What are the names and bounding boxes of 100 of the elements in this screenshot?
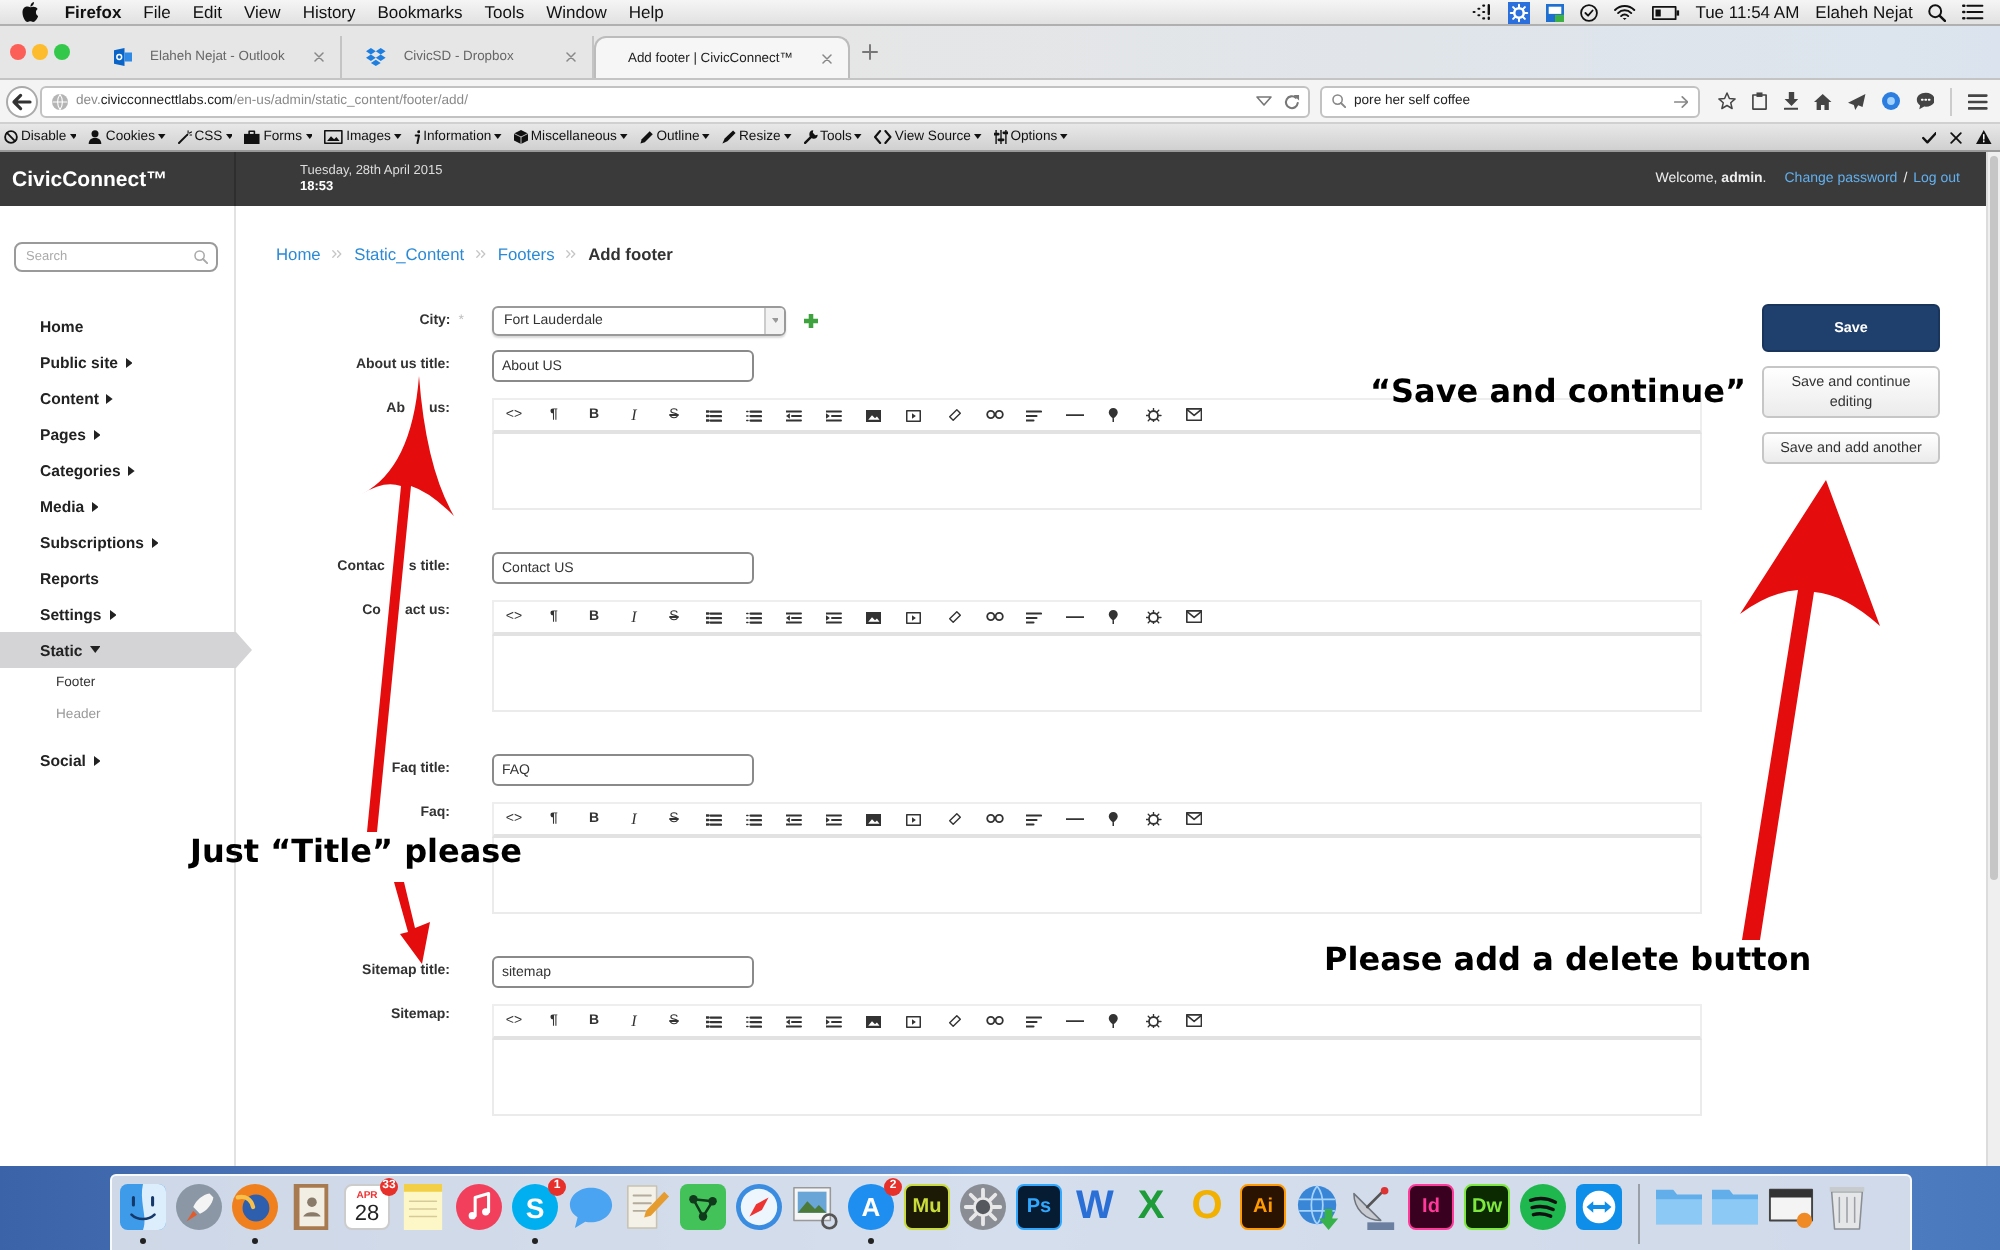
pin-icon[interactable] xyxy=(1108,609,1120,625)
star-icon[interactable] xyxy=(1718,92,1737,110)
close-icon[interactable] xyxy=(1950,131,1963,143)
horizontal-rule-icon[interactable] xyxy=(1065,1019,1083,1023)
menu-item[interactable]: Edit xyxy=(192,1,223,23)
apple-icon[interactable] xyxy=(22,2,39,22)
app-launcher[interactable]: Ps xyxy=(1016,1184,1062,1230)
music-note-icon[interactable] xyxy=(456,1184,502,1230)
horizontal-rule-icon[interactable] xyxy=(1065,413,1083,417)
wifi-icon[interactable] xyxy=(1614,4,1636,20)
plus-icon[interactable] xyxy=(804,314,818,328)
format-button[interactable]: I xyxy=(614,400,654,430)
sun-icon[interactable] xyxy=(1146,609,1162,625)
indent-icon[interactable] xyxy=(826,813,842,825)
numbered-list-icon[interactable] xyxy=(746,1015,762,1027)
breadcrumb-link[interactable]: Static_Content xyxy=(354,243,465,263)
brand-name[interactable]: CivicConnect™ xyxy=(12,167,168,191)
outdent-icon[interactable] xyxy=(786,1015,802,1027)
satellite-dish-icon[interactable] xyxy=(1352,1184,1398,1230)
outdent-icon[interactable] xyxy=(786,813,802,825)
indent-icon[interactable] xyxy=(826,1015,842,1027)
chain-icon[interactable] xyxy=(985,814,1003,824)
trash-can-icon[interactable] xyxy=(1824,1184,1870,1230)
chat-icon[interactable] xyxy=(1915,92,1935,110)
rocket-icon[interactable] xyxy=(176,1184,222,1230)
back-icon[interactable] xyxy=(6,85,38,117)
list-icon[interactable] xyxy=(1962,4,1984,20)
menu-item[interactable]: View xyxy=(244,1,281,23)
video-icon[interactable] xyxy=(906,813,922,825)
search-icon[interactable] xyxy=(1928,3,1947,21)
check-circle-icon[interactable] xyxy=(1580,3,1599,21)
video-icon[interactable] xyxy=(906,611,922,623)
smiling-face-icon[interactable] xyxy=(120,1184,166,1230)
image-icon[interactable] xyxy=(866,813,882,825)
check-icon[interactable] xyxy=(1921,131,1937,143)
bullet-list-icon[interactable] xyxy=(706,1015,722,1027)
plus-icon[interactable] xyxy=(862,44,878,60)
scrollbar[interactable] xyxy=(1986,152,2000,1166)
align-left-icon[interactable] xyxy=(1026,813,1042,825)
menu-item[interactable]: File xyxy=(143,1,171,23)
sound-waves-icon[interactable] xyxy=(1520,1184,1566,1230)
chain-icon[interactable] xyxy=(985,410,1003,420)
link-icon[interactable] xyxy=(947,1014,961,1028)
horizontal-rule-icon[interactable] xyxy=(1065,817,1083,821)
format-button[interactable]: I xyxy=(614,1006,654,1036)
indent-icon[interactable] xyxy=(826,409,842,421)
pin-icon[interactable] xyxy=(1108,1013,1120,1029)
numbered-list-icon[interactable] xyxy=(746,813,762,825)
numbered-list-icon[interactable] xyxy=(746,611,762,623)
menu-item[interactable]: Help xyxy=(628,1,664,23)
app-launcher[interactable]: Ai xyxy=(1240,1184,1286,1230)
outdent-icon[interactable] xyxy=(786,409,802,421)
sun-icon[interactable] xyxy=(1146,1013,1162,1029)
arrow-icon[interactable] xyxy=(1673,95,1688,107)
menu-item[interactable]: Window xyxy=(546,1,607,23)
photo-icon[interactable] xyxy=(792,1184,838,1230)
dots-icon[interactable] xyxy=(1472,4,1493,20)
download-icon[interactable] xyxy=(1783,92,1799,110)
align-left-icon[interactable] xyxy=(1026,409,1042,421)
menu-item[interactable]: Bookmarks xyxy=(377,1,463,23)
align-left-icon[interactable] xyxy=(1026,611,1042,623)
home-icon[interactable] xyxy=(1814,93,1832,109)
battery-icon[interactable] xyxy=(1651,5,1680,19)
app-launcher[interactable]: Mu xyxy=(904,1184,950,1230)
format-button[interactable]: I xyxy=(614,804,654,834)
dropdown-icon[interactable] xyxy=(1256,96,1272,106)
network-icon[interactable] xyxy=(680,1184,726,1230)
envelope-icon[interactable] xyxy=(1185,408,1203,422)
app-launcher[interactable]: W xyxy=(1072,1184,1118,1230)
address-book-icon[interactable] xyxy=(288,1184,334,1230)
indent-icon[interactable] xyxy=(826,611,842,623)
format-button[interactable]: I xyxy=(614,602,654,632)
gear-icon[interactable] xyxy=(960,1184,1006,1230)
bullet-list-icon[interactable] xyxy=(706,813,722,825)
menu-item[interactable]: Firefox xyxy=(64,1,122,23)
window-icon[interactable] xyxy=(1546,3,1565,21)
outdent-icon[interactable] xyxy=(786,611,802,623)
video-icon[interactable] xyxy=(906,1015,922,1027)
sun-icon[interactable] xyxy=(1146,811,1162,827)
bullet-list-icon[interactable] xyxy=(706,611,722,623)
app-launcher[interactable]: Id xyxy=(1408,1184,1454,1230)
paper-plane-icon[interactable] xyxy=(1847,93,1866,109)
link-icon[interactable] xyxy=(947,812,961,826)
envelope-icon[interactable] xyxy=(1185,610,1203,624)
menu-icon[interactable] xyxy=(1968,93,1988,109)
window-icon[interactable] xyxy=(1768,1184,1814,1230)
menu-item[interactable]: Tools xyxy=(484,1,525,23)
reload-icon[interactable] xyxy=(1284,93,1300,109)
envelope-icon[interactable] xyxy=(1185,1014,1203,1028)
globe-download-icon[interactable] xyxy=(1296,1184,1342,1230)
image-icon[interactable] xyxy=(866,1015,882,1027)
align-left-icon[interactable] xyxy=(1026,1015,1042,1027)
video-icon[interactable] xyxy=(906,409,922,421)
bullet-list-icon[interactable] xyxy=(706,409,722,421)
envelope-icon[interactable] xyxy=(1185,812,1203,826)
link-icon[interactable] xyxy=(947,408,961,422)
menu-item[interactable]: History xyxy=(302,1,356,23)
globe-icon[interactable] xyxy=(232,1184,278,1230)
app-launcher[interactable]: Dw xyxy=(1464,1184,1510,1230)
clipboard-icon[interactable] xyxy=(1752,92,1768,110)
